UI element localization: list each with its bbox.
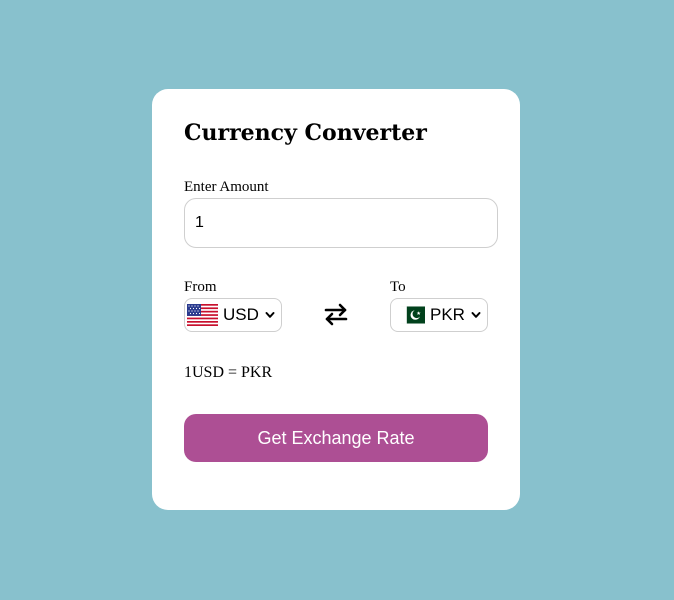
- to-label: To: [390, 279, 406, 295]
- pk-flag-icon: [401, 306, 425, 324]
- us-flag-icon: [187, 304, 218, 326]
- from-label: From: [184, 279, 217, 295]
- from-currency-select[interactable]: USD: [184, 298, 282, 332]
- amount-label: Enter Amount: [184, 179, 269, 195]
- from-currency-code: USD: [223, 305, 259, 324]
- get-exchange-rate-button[interactable]: Get Exchange Rate: [184, 414, 488, 462]
- to-currency-code: PKR: [430, 305, 465, 324]
- chevron-down-icon: [471, 312, 481, 318]
- converter-card: Currency Converter Enter Amount From USD: [152, 89, 520, 510]
- to-currency-select[interactable]: PKR: [390, 298, 488, 332]
- swap-arrows-icon[interactable]: [323, 301, 349, 327]
- chevron-down-icon: [265, 312, 275, 318]
- exchange-rate-result: 1USD = PKR: [184, 364, 273, 381]
- amount-input[interactable]: [184, 198, 498, 248]
- page-title: Currency Converter: [184, 120, 427, 146]
